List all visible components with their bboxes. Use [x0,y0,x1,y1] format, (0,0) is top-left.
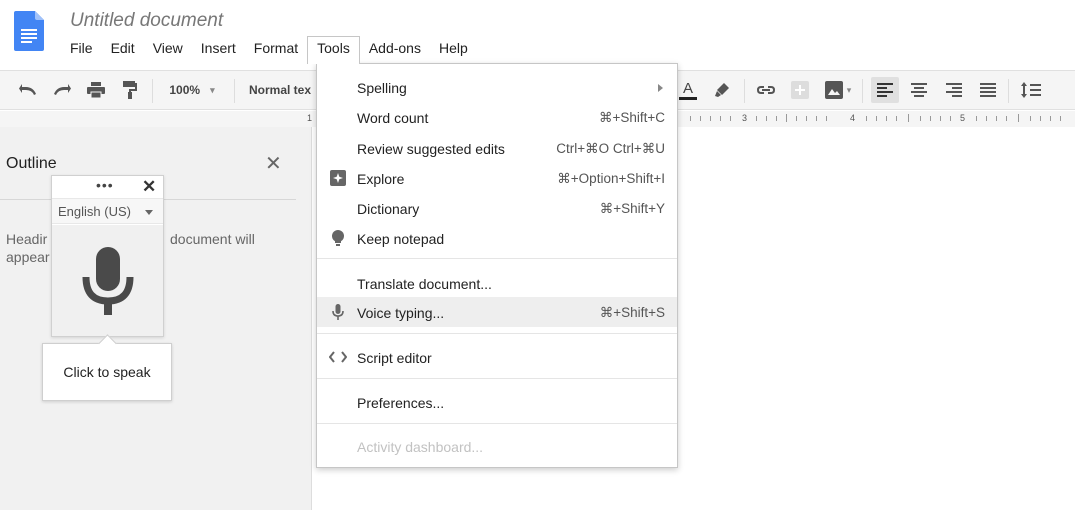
language-select[interactable]: English (US) [52,199,163,224]
voice-widget-header[interactable]: ••• ✕ [52,176,163,199]
menu-item-label: Translate document... [357,276,492,292]
highlight-icon[interactable] [712,79,732,101]
menu-view[interactable]: View [144,36,192,62]
menu-item-label: Word count [357,110,429,126]
menu-item-shortcut: ⌘+Shift+C [598,110,665,125]
menu-item-shortcut: Ctrl+⌘O Ctrl+⌘U [556,141,665,156]
image-icon[interactable]: ▾ [820,79,856,101]
menu-item-shortcut: ⌘+Shift+S [599,305,665,320]
menu-file[interactable]: File [61,36,102,62]
line-spacing-icon[interactable] [1018,79,1044,101]
menu-edit[interactable]: Edit [102,36,144,62]
menu-insert[interactable]: Insert [192,36,245,62]
menu-item-label: Dictionary [357,201,420,217]
text-color-icon[interactable]: A [678,79,698,101]
document-title[interactable]: Untitled document [70,10,223,32]
outline-close-icon[interactable]: ✕ [265,151,282,176]
align-right-icon[interactable] [942,79,966,101]
menu-item-keep-notepad[interactable]: Keep notepad [317,223,677,253]
menu-item-spelling[interactable]: Spelling [317,72,677,102]
print-icon[interactable] [84,79,108,101]
menu-item-word-count[interactable]: Word count ⌘+Shift+C [317,102,677,132]
more-options-icon[interactable]: ••• [96,177,114,193]
menu-item-label: Script editor [357,350,432,366]
code-icon [329,348,347,366]
menu-item-activity-dashboard: Activity dashboard... [317,431,677,461]
menu-item-label: Voice typing... [357,305,445,321]
menu-addons[interactable]: Add-ons [360,36,430,62]
outline-title: Outline [6,155,57,172]
zoom-select[interactable]: 100% ▾ [162,79,222,101]
menu-item-label: Activity dashboard... [357,439,484,455]
menu-separator [317,378,677,379]
ruler-number: 1 [307,113,313,123]
tools-dropdown-menu: Spelling Word count ⌘+Shift+C Review sug… [316,63,678,468]
comment-icon[interactable] [788,79,812,101]
ruler-number: 3 [742,113,748,123]
justify-icon[interactable] [976,79,1000,101]
click-to-speak-tooltip: Click to speak [42,343,172,401]
menu-item-dictionary[interactable]: Dictionary ⌘+Shift+Y [317,193,677,223]
menu-help[interactable]: Help [430,36,477,62]
zoom-value: 100% [169,83,201,97]
menu-item-explore[interactable]: Explore ⌘+Option+Shift+I [317,163,677,193]
keep-bulb-icon [329,229,347,247]
menu-tools[interactable]: Tools [307,36,360,64]
menu-separator [317,258,677,259]
language-label: English (US) [58,204,131,219]
undo-icon[interactable] [16,79,40,101]
menu-format[interactable]: Format [245,36,307,62]
menu-item-label: Explore [357,171,405,187]
menu-item-label: Review suggested edits [357,141,505,157]
ruler-number: 5 [960,113,966,123]
menu-item-preferences[interactable]: Preferences... [317,387,677,417]
docs-logo-icon[interactable] [14,11,44,51]
paint-format-icon[interactable] [118,79,142,101]
chevron-down-icon [145,210,153,215]
menu-item-label: Preferences... [357,395,445,411]
align-left-icon[interactable] [871,77,899,103]
menu-item-translate-document[interactable]: Translate document... [317,268,677,298]
outline-empty-text-right: document will [170,231,255,247]
outline-empty-text-left-2: appear [6,249,50,265]
zoom-chevron-icon: ▾ [210,84,215,95]
menu-separator [317,333,677,334]
tooltip-text: Click to speak [63,364,151,380]
menu-item-label: Spelling [357,80,407,96]
submenu-arrow-icon [658,84,663,92]
link-icon[interactable] [754,79,778,101]
voice-widget-close-icon[interactable]: ✕ [142,177,156,197]
menu-item-review-suggested-edits[interactable]: Review suggested edits Ctrl+⌘O Ctrl+⌘U [317,133,677,163]
outline-empty-text-left-1: Headir [6,231,48,247]
align-center-icon[interactable] [907,79,931,101]
menu-item-shortcut: ⌘+Option+Shift+I [557,171,665,186]
menu-item-script-editor[interactable]: Script editor [317,342,677,372]
microphone-icon [329,303,347,321]
redo-icon[interactable] [50,79,74,101]
voice-typing-widget: ••• ✕ English (US) [51,175,164,337]
microphone-button[interactable] [52,225,163,336]
ruler-number: 4 [850,113,856,123]
menu-item-shortcut: ⌘+Shift+Y [599,201,665,216]
menubar: File Edit View Insert Format Tools Add-o… [61,36,477,64]
menu-item-voice-typing[interactable]: Voice typing... ⌘+Shift+S [317,297,677,327]
explore-icon [329,169,347,187]
microphone-icon [82,247,134,315]
menu-item-label: Keep notepad [357,231,445,247]
menu-separator [317,423,677,424]
paragraph-style-select[interactable]: Normal tex [249,79,319,101]
